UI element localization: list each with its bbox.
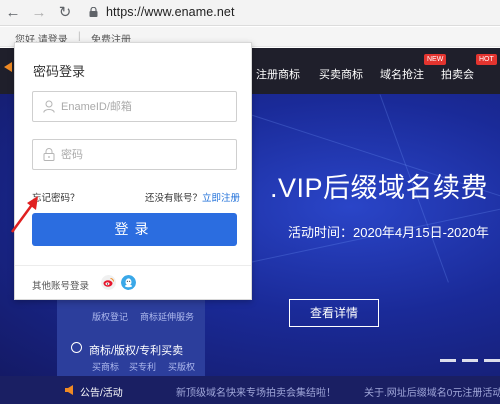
trademark-extension-link[interactable]: 商标延伸服务 [140,310,194,323]
password-field[interactable] [32,139,237,170]
buy-trademark-link[interactable]: 买商标 [92,360,119,373]
hot-badge: HOT [476,54,497,65]
trademark-trade-icon [71,342,82,353]
carousel-dot[interactable] [440,359,456,362]
notice-bar: 公告/活动 新顶级域名快来专场拍卖会集结啦！ 关于.网址后缀域名0元注册活动 [0,376,500,404]
no-account-label: 还没有账号？ [145,193,203,204]
view-details-button[interactable]: 查看详情 [289,299,379,327]
nav-item-domain-snap[interactable]: 域名抢注 [380,66,424,82]
service-panel: 版权登记 商标延伸服务 商标/版权/专利买卖 买商标 买专利 买版权 [57,300,205,376]
nav-item-auction[interactable]: 拍卖会 [441,66,474,82]
notice-label: 公告/活动 [80,388,123,399]
copyright-registration-link[interactable]: 版权登记 [92,310,128,323]
password-input[interactable] [61,146,231,164]
address-bar[interactable]: https://www.ename.net [106,5,235,19]
divider [15,265,251,266]
forward-arrow-icon[interactable]: → [30,4,48,22]
weibo-icon[interactable] [101,275,116,290]
carousel-dot[interactable] [484,359,500,362]
reload-icon[interactable]: ↻ [56,4,74,22]
login-title: 密码登录 [33,64,86,79]
qq-icon[interactable] [121,275,136,290]
register-now-link[interactable]: 立即注册 [202,193,240,204]
user-icon [43,100,55,113]
lock-icon [43,148,55,161]
lock-icon [89,7,98,17]
top-separator: | [78,31,81,42]
browser-toolbar: ← → ↻ https://www.ename.net [0,0,500,26]
back-arrow-icon[interactable]: ← [4,4,22,22]
carousel-dot[interactable] [462,359,478,362]
no-account-text: 还没有账号？立即注册 [145,190,240,204]
other-login-label: 其他账号登录 [32,281,90,292]
buy-patent-link[interactable]: 买专利 [129,360,156,373]
megaphone-icon [65,385,73,395]
login-modal: 密码登录 忘记密码？ 还没有账号？立即注册 登录 其他账号登录 [14,42,252,300]
banner-subtitle: 活动时间：2020年4月15日-2020年 [288,225,489,240]
forgot-password-link[interactable]: 忘记密码？ [32,190,80,204]
nav-item-trade-trademark[interactable]: 买卖商标 [319,66,363,82]
nav-item-register-trademark[interactable]: 注册商标 [256,66,300,82]
new-badge: NEW [424,54,447,65]
service-heading[interactable]: 商标/版权/专利买卖 [89,342,183,358]
buy-copyright-link[interactable]: 买版权 [168,360,195,373]
notice-item[interactable]: 关于.网址后缀域名0元注册活动 [364,384,500,399]
notice-item[interactable]: 新顶级域名快来专场拍卖会集结啦！ [176,384,336,399]
username-field[interactable] [32,91,237,122]
username-input[interactable] [61,98,231,116]
banner-title: .VIP后缀域名续费 [270,173,489,203]
login-button[interactable]: 登录 [32,213,237,246]
